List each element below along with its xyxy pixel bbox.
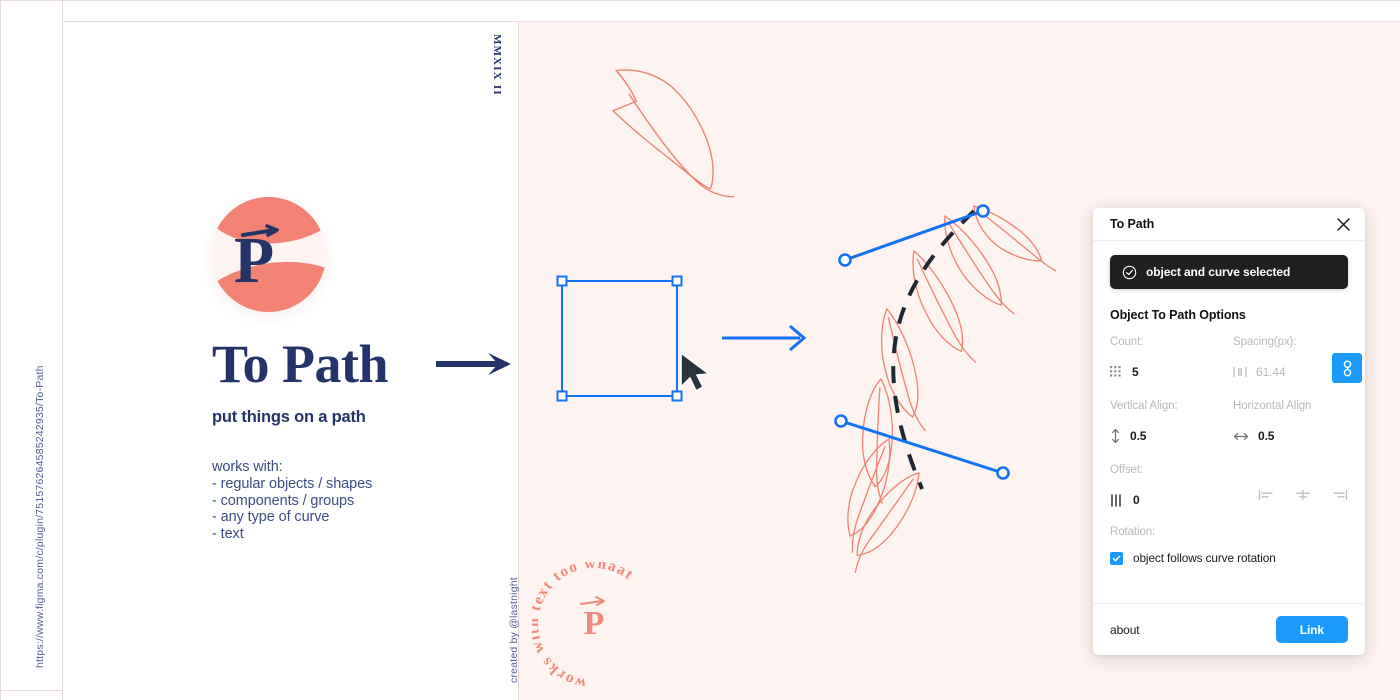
edition-mark: MMXIX II [491,34,503,96]
count-value: 5 [1132,365,1139,379]
count-field[interactable]: 5 [1110,362,1139,382]
bars-icon [1110,493,1124,508]
horizontal-align-label: Horizontal Align [1233,400,1312,412]
screenshot-root: P To Path put things on a path works wit… [0,0,1400,700]
close-icon[interactable] [1336,217,1351,232]
status-toast-label: object and curve selected [1146,265,1291,279]
vertical-align-field[interactable]: 0.5 [1110,426,1146,446]
grid-dots-icon [1110,365,1123,379]
link-chain-icon[interactable] [1332,353,1362,383]
rotation-label: Rotation: [1110,526,1156,538]
align-left-icon[interactable] [1258,489,1274,501]
horizontal-align-value: 0.5 [1258,429,1275,443]
follow-rotation-label: object follows curve rotation [1133,551,1276,565]
works-with-item: - text [212,526,244,543]
logo-letter-p: P [234,224,279,297]
plugin-url-text: https://www.figma.com/c/plugin/751576264… [34,365,46,668]
page-title: To Path [212,334,389,394]
offset-field[interactable]: 0 [1110,490,1140,510]
guide-bottom-left [0,690,62,691]
horizontal-align-field[interactable]: 0.5 [1233,426,1274,446]
cover-board: P To Path put things on a path works wit… [62,21,519,700]
vertical-align-label: Vertical Align: [1110,400,1178,412]
works-with-item: - any type of curve [212,509,330,526]
follow-rotation-row[interactable]: object follows curve rotation [1110,551,1348,565]
spacing-field[interactable]: 61.44 [1233,362,1286,382]
horizontal-spacing-icon [1233,366,1247,378]
horizontal-arrow-icon [1233,431,1249,442]
guide-top-edge [0,0,1400,1]
vertical-align-value: 0.5 [1130,429,1147,443]
stamp-letter: P [584,605,605,642]
check-circle-icon [1122,265,1137,280]
align-center-icon[interactable] [1295,489,1311,501]
headline-arrow-icon [436,353,511,375]
plugin-panel-footer: about Link [1093,603,1365,655]
works-with-heading: works with: [212,459,283,475]
plugin-title: To Path [1110,217,1155,231]
spacing-label: Spacing(px): [1233,336,1297,348]
options-section-title: Object To Path Options [1110,308,1246,322]
offset-value-row: 0 [1110,489,1348,514]
plugin-panel-body: object and curve selected Object To Path… [1093,241,1365,603]
spacing-value: 61.44 [1256,365,1286,379]
vertical-arrow-icon [1110,428,1121,444]
count-label: Count: [1110,336,1144,348]
app-logo: P [211,197,326,312]
works-with-list: works with: - regular objects / shapes -… [212,459,372,543]
offset-value: 0 [1133,493,1140,507]
count-spacing-value-row: 5 61.44 [1110,353,1362,386]
link-button[interactable]: Link [1275,616,1348,643]
offset-label-row: Offset: [1110,464,1348,483]
status-toast: object and curve selected [1110,255,1348,289]
works-with-item: - regular objects / shapes [212,475,373,492]
align-value-row: 0.5 0.5 [1110,426,1348,450]
circular-stamp: works with text too whaat P [532,562,656,686]
guide-left-edge [0,0,1,700]
page-subtitle: put things on a path [212,408,366,426]
offset-align-buttons [1258,489,1348,501]
offset-label: Offset: [1110,464,1143,476]
about-link[interactable]: about [1110,623,1140,637]
plugin-panel: To Path object and curve selected Object… [1093,208,1365,655]
align-label-row: Vertical Align: Horizontal Align [1110,400,1348,419]
plugin-panel-header: To Path [1093,208,1365,241]
align-right-icon[interactable] [1332,489,1348,501]
follow-rotation-checkbox[interactable] [1110,551,1123,565]
works-with-item: - components / groups [212,492,355,509]
count-spacing-label-row: Count: Spacing(px): [1110,336,1348,355]
rotation-label-row: Rotation: [1110,526,1348,545]
